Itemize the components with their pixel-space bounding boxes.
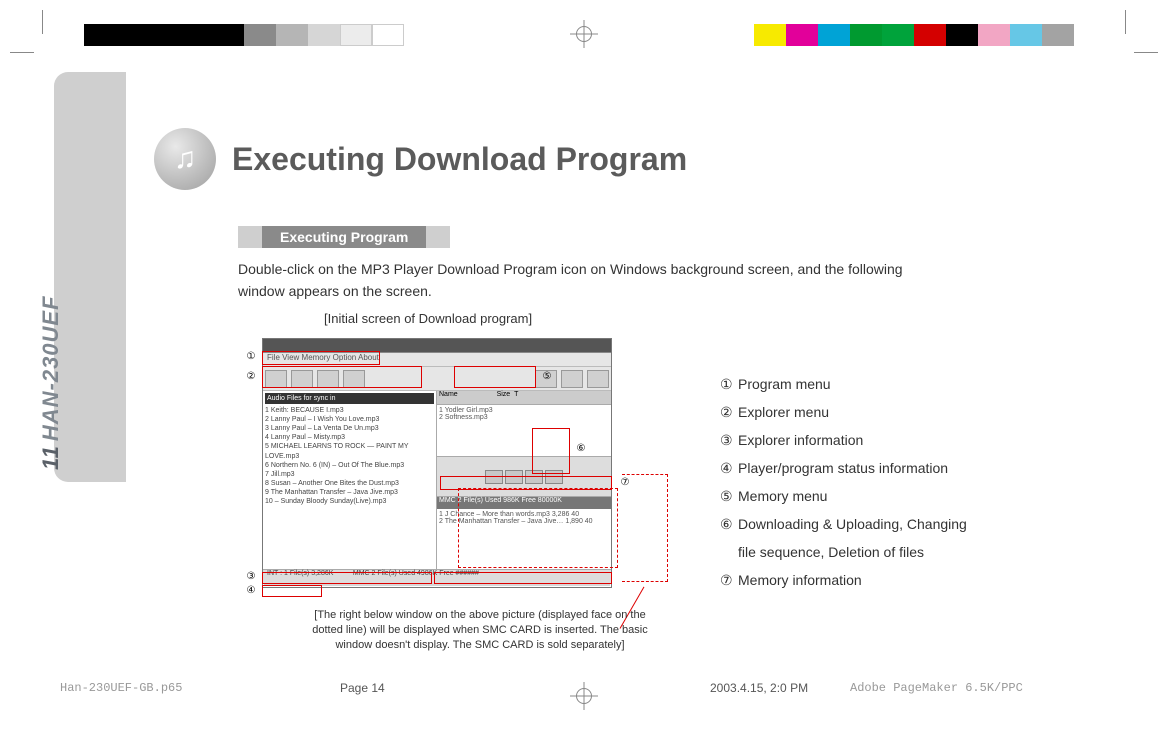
intro-line-1: Double-click on the MP3 Player Download … [238,261,903,277]
legend-item: ⑥Downloading & Uploading, Changing [720,510,967,538]
legend-item: ④Player/program status information [720,454,967,482]
screenshot-caption: [Initial screen of Download program] [324,311,1094,326]
list-item: 9 The Manhattan Transfer – Java Jive.mp3 [265,488,434,497]
list-item: 1 Yodler Girl.mp3 [439,407,609,414]
screenshot-figure: File View Memory Option About Audio File… [262,338,692,608]
source-filename: Han-230UEF-GB.p65 [60,681,182,695]
callout-num-3: ③ [244,570,258,584]
side-model: HAN-230UEF [38,295,63,441]
file-list-pane: Audio Files for sync in 1 Keith: BECAUSE… [263,391,437,569]
legend-item: ①Program menu [720,370,967,398]
callout-num-5: ⑤ [540,370,554,384]
page-title: Executing Download Program [232,141,687,178]
registration-mark-icon [570,20,598,48]
intro-paragraph: Double-click on the MP3 Player Download … [238,258,1058,303]
crop-mark-icon [42,10,43,34]
callout-box-5 [454,366,536,388]
list-item: 4 Lanny Paul – Misty.mp3 [265,433,434,442]
grayscale-colorbar [84,24,404,46]
export-date: 2003.4.15, 2:0 PM [710,681,808,695]
column-header: Name Size T [437,391,611,405]
color-colorbar [754,24,1074,46]
crop-mark-icon [10,52,34,53]
callout-box-6 [532,428,570,474]
legend-item: ⑦Memory information [720,566,967,594]
callout-num-1: ① [244,350,258,364]
side-label: 11HAN-230UEF [64,210,104,470]
title-row: ♫ Executing Download Program [154,128,1094,190]
smc-dashed-box [458,488,618,568]
callout-box-1 [262,351,380,365]
registration-mark-icon [570,682,598,710]
section-heading: Executing Program [238,226,450,248]
callout-num-2: ② [244,370,258,384]
legend-item: ⑤Memory menu [720,482,967,510]
legend-list: ①Program menu ②Explorer menu ③Explorer i… [720,370,967,594]
list-item: 5 MICHAEL LEARNS TO ROCK — PAINT MY LOVE… [265,442,434,460]
list-item: 1 Keith: BECAUSE I.mp3 [265,406,434,415]
callout-num-7: ⑦ [618,476,632,490]
content-area: ♫ Executing Download Program Executing P… [154,128,1094,326]
list-item: 2 Softness.mp3 [439,414,609,421]
music-note-icon: ♫ [154,128,216,190]
list-item: 10 – Sunday Bloody Sunday(Live).mp3 [265,497,434,506]
registration-bar [0,24,1168,54]
legend-item: ②Explorer menu [720,398,967,426]
callout-num-6: ⑥ [574,442,588,456]
smc-bracket [622,474,668,582]
intro-line-2: window appears on the screen. [238,283,432,299]
list-item: 8 Susan – Another One Bites the Dust.mp3 [265,479,434,488]
smc-note: [The right below window on the above pic… [300,608,660,653]
callout-box-2 [262,366,422,388]
side-page-number: 11 [38,445,63,470]
list-item: 6 Northern No. 6 (IN) – Out Of The Blue.… [265,461,434,470]
callout-box-4 [262,585,322,597]
crop-mark-icon [1134,52,1158,53]
legend-item: ③Explorer information [720,426,967,454]
callout-num-4: ④ [244,584,258,598]
list-item: 7 Jill.mp3 [265,470,434,479]
callout-box-3b [434,572,612,584]
file-list-header: Audio Files for sync in [265,393,434,404]
legend-item: file sequence, Deletion of files [720,538,967,566]
export-app: Adobe PageMaker 6.5K/PPC [850,681,1023,695]
page-number: Page 14 [340,681,385,695]
crop-mark-icon [1125,10,1126,34]
callout-box-3 [262,572,432,584]
list-item: 2 Lanny Paul – I Wish You Love.mp3 [265,415,434,424]
list-item: 3 Lanny Paul – La Venta De Un.mp3 [265,424,434,433]
